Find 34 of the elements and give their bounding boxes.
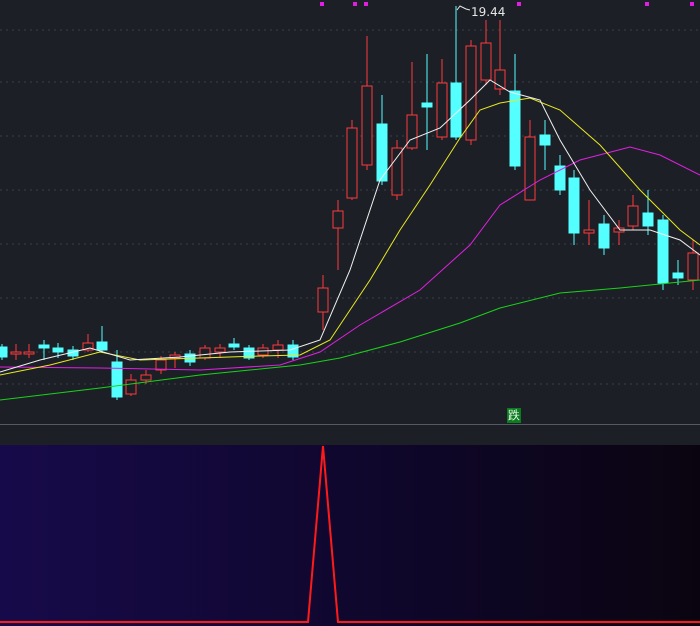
candlestick xyxy=(614,220,624,246)
candlestick xyxy=(332,200,344,270)
candlestick xyxy=(96,326,108,352)
candlestick xyxy=(170,352,180,368)
candlestick xyxy=(554,154,566,196)
high-price-label: 19.44 xyxy=(470,4,506,20)
candlestick xyxy=(126,374,136,396)
candlestick xyxy=(258,344,268,358)
candlestick xyxy=(184,350,196,366)
candlestick xyxy=(672,260,684,286)
signal-badge: 跌 xyxy=(507,408,521,423)
candlestick xyxy=(24,344,34,358)
candlestick xyxy=(392,140,402,200)
candlestick xyxy=(52,342,64,358)
candlestick xyxy=(598,214,610,256)
candlestick xyxy=(244,344,254,360)
candlestick xyxy=(214,344,226,358)
candlestick xyxy=(10,344,22,360)
candlestick xyxy=(540,120,550,170)
candlestick xyxy=(156,356,166,374)
candlestick xyxy=(200,344,210,360)
candlestick xyxy=(584,200,594,246)
candlestick xyxy=(68,346,78,360)
candlestick xyxy=(38,340,50,360)
candlestick xyxy=(82,334,94,352)
candlestick xyxy=(318,274,328,330)
candlestick xyxy=(628,194,638,230)
candlestick xyxy=(272,340,284,358)
candlestick xyxy=(112,350,122,400)
candlestick xyxy=(140,370,152,384)
candlestick xyxy=(288,340,298,360)
candlestick xyxy=(642,190,654,236)
candlestick xyxy=(228,338,240,350)
candlestick xyxy=(0,344,8,360)
